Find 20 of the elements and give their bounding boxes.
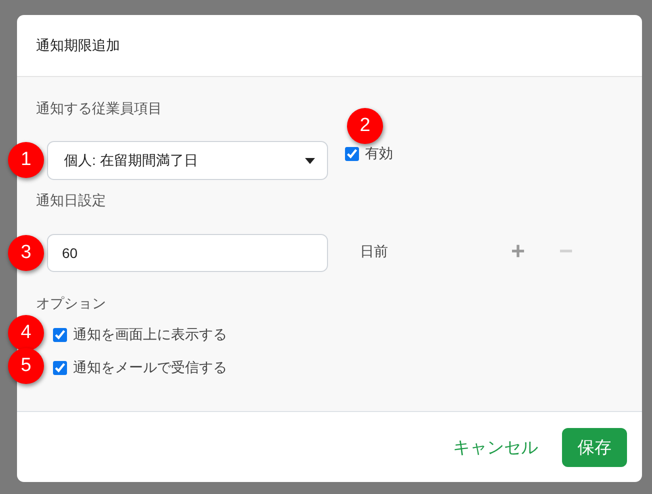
checkbox-label: 通知をメールで受信する — [73, 359, 227, 377]
number-marker: 1 — [8, 142, 44, 178]
add-button[interactable]: + — [508, 240, 528, 264]
cancel-button[interactable]: キャンセル — [453, 436, 538, 458]
number-marker: 5 — [8, 348, 44, 384]
checkbox-label: 有効 — [365, 145, 393, 163]
field-label: 通知する従業員項目 — [36, 99, 163, 118]
enabled-checkbox[interactable] — [345, 147, 359, 161]
number-marker: 3 — [8, 235, 44, 271]
section-label: オプション — [36, 294, 107, 313]
option-checkbox[interactable] — [53, 361, 67, 375]
unit-label: 日前 — [360, 242, 388, 260]
employee-item-select[interactable]: 個人: 在留期間満了日 — [47, 141, 328, 180]
checkbox-label: 通知を画面上に表示する — [73, 326, 227, 344]
option-checkbox[interactable] — [53, 328, 67, 342]
field-label: 通知日設定 — [36, 191, 107, 210]
days-input-field[interactable]: 60 — [47, 234, 328, 272]
dialog-title: 通知期限追加 — [36, 36, 120, 54]
save-button[interactable]: 保存 — [562, 428, 627, 466]
caret-icon — [305, 158, 315, 164]
